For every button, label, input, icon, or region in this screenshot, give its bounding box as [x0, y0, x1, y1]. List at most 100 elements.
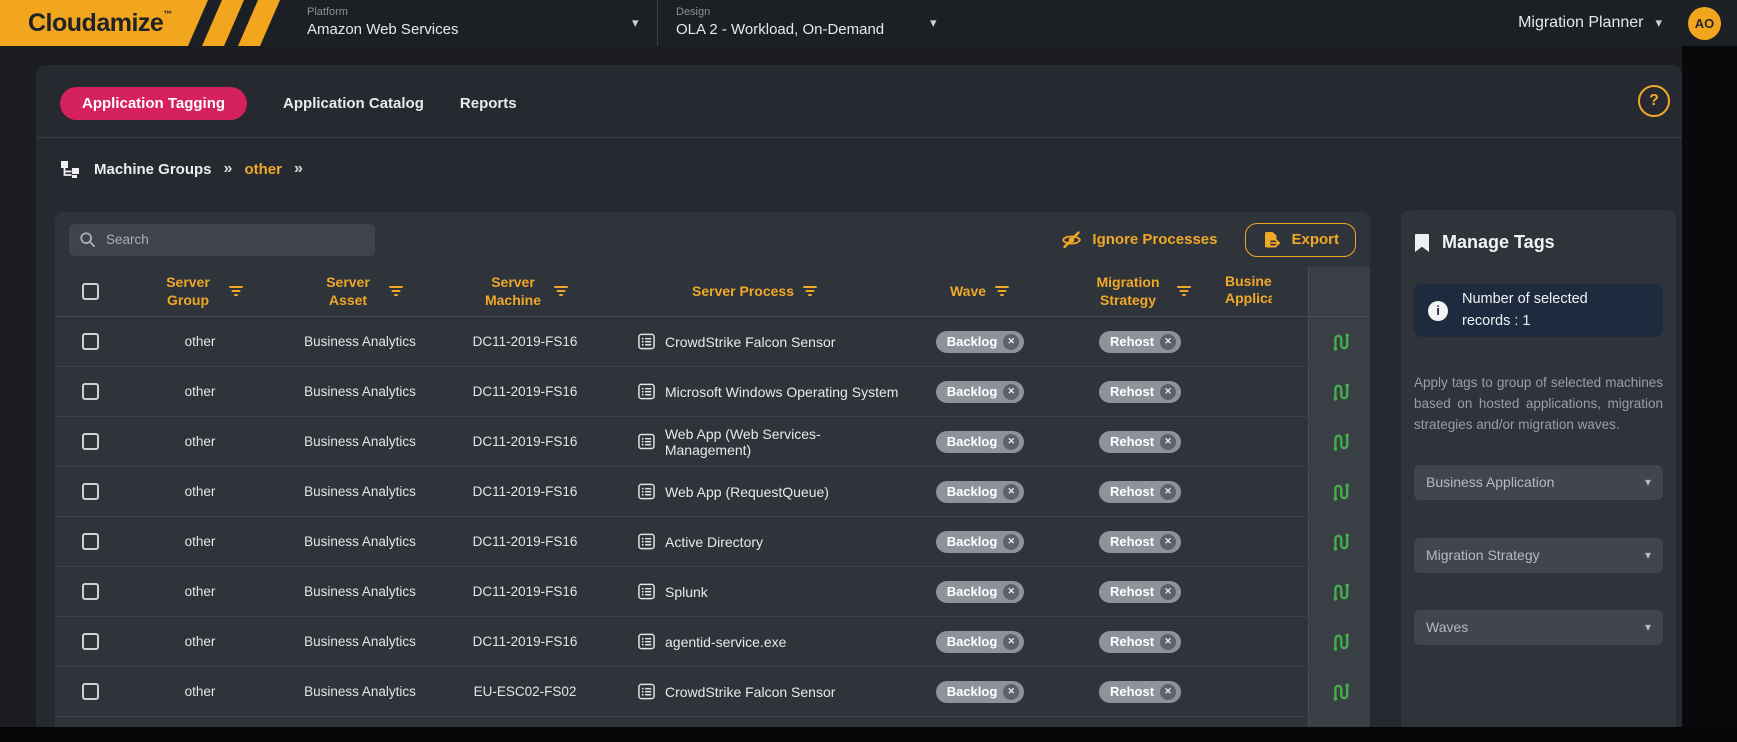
strategy-badge[interactable]: Rehost ✕ [1099, 331, 1181, 353]
search-input[interactable] [104, 231, 365, 248]
remove-tag-icon[interactable]: ✕ [1160, 384, 1176, 400]
migration-strategy-dropdown[interactable]: Migration Strategy ▾ [1414, 538, 1663, 573]
remove-tag-icon[interactable]: ✕ [1160, 534, 1176, 550]
wave-badge[interactable]: Backlog ✕ [936, 331, 1025, 353]
table-row[interactable]: other Business Analytics DC11-2019-FS16 … [55, 317, 1370, 367]
search-box[interactable] [69, 224, 375, 256]
select-all-checkbox[interactable] [82, 283, 99, 300]
remove-tag-icon[interactable]: ✕ [1003, 434, 1019, 450]
filter-icon[interactable] [1177, 286, 1192, 297]
swap-route-icon[interactable] [1329, 631, 1351, 653]
cell-migration-strategy: Rehost ✕ [1055, 667, 1225, 716]
table-row[interactable]: other Business Analytics DC11-2019-FS16 … [55, 417, 1370, 467]
remove-tag-icon[interactable]: ✕ [1003, 634, 1019, 650]
tab-reports[interactable]: Reports [460, 87, 517, 120]
column-server-machine[interactable]: Server Machine [445, 267, 605, 316]
remove-tag-icon[interactable]: ✕ [1160, 684, 1176, 700]
remove-tag-icon[interactable]: ✕ [1160, 434, 1176, 450]
cell-server-process: Splunk [605, 567, 905, 616]
strategy-badge[interactable]: Rehost ✕ [1099, 681, 1181, 703]
column-server-process[interactable]: Server Process [605, 267, 905, 316]
row-checkbox[interactable] [82, 333, 99, 350]
process-name: Active Directory [665, 534, 763, 550]
wave-badge[interactable]: Backlog ✕ [936, 481, 1025, 503]
remove-tag-icon[interactable]: ✕ [1160, 334, 1176, 350]
remove-tag-icon[interactable]: ✕ [1003, 484, 1019, 500]
row-checkbox[interactable] [82, 483, 99, 500]
wave-badge[interactable]: Backlog ✕ [936, 381, 1025, 403]
platform-caret-icon[interactable]: ▾ [632, 15, 639, 31]
row-checkbox[interactable] [82, 533, 99, 550]
help-button[interactable]: ? [1638, 85, 1670, 117]
swap-route-icon[interactable] [1329, 431, 1351, 453]
strategy-badge[interactable]: Rehost ✕ [1099, 481, 1181, 503]
filter-icon[interactable] [995, 286, 1010, 297]
row-checkbox[interactable] [82, 433, 99, 450]
table-row[interactable]: other Business Analytics DC11-2019-FS16 … [55, 517, 1370, 567]
column-migration-strategy[interactable]: Migration Strategy [1055, 267, 1225, 316]
eye-slash-icon [1060, 230, 1083, 250]
row-checkbox[interactable] [82, 583, 99, 600]
column-business-application[interactable]: Business Application [1225, 267, 1308, 316]
column-server-group[interactable]: Server Group [125, 267, 275, 316]
table-row[interactable]: other Business Analytics DC11-2019-FS16 … [55, 467, 1370, 517]
platform-selector[interactable]: Platform Amazon Web Services [307, 6, 458, 40]
row-checkbox[interactable] [82, 633, 99, 650]
migration-planner-menu[interactable]: Migration Planner ▾ [1518, 14, 1662, 32]
wave-badge[interactable]: Backlog ✕ [936, 531, 1025, 553]
row-checkbox-cell [55, 367, 125, 416]
table-row[interactable]: other Business Analytics DC11-2019-FS16 … [55, 567, 1370, 617]
breadcrumb-root[interactable]: Machine Groups [94, 161, 212, 178]
column-wave[interactable]: Wave [905, 267, 1055, 316]
strategy-badge[interactable]: Rehost ✕ [1099, 631, 1181, 653]
tab-application-tagging[interactable]: Application Tagging [60, 87, 247, 120]
table-row[interactable]: other Business Analytics DC11-2019-FS16 … [55, 617, 1370, 667]
row-checkbox[interactable] [82, 683, 99, 700]
wave-badge[interactable]: Backlog ✕ [936, 581, 1025, 603]
remove-tag-icon[interactable]: ✕ [1003, 334, 1019, 350]
app-window: Cloudamize™ Platform Amazon Web Services… [0, 0, 1737, 742]
remove-tag-icon[interactable]: ✕ [1160, 634, 1176, 650]
strategy-badge[interactable]: Rehost ✕ [1099, 531, 1181, 553]
waves-dropdown[interactable]: Waves ▾ [1414, 610, 1663, 645]
swap-route-icon[interactable] [1329, 681, 1351, 703]
filter-icon[interactable] [803, 286, 818, 297]
filter-icon[interactable] [229, 286, 244, 297]
row-checkbox-cell [55, 567, 125, 616]
strategy-badge[interactable]: Rehost ✕ [1099, 431, 1181, 453]
swap-route-icon[interactable] [1329, 581, 1351, 603]
remove-tag-icon[interactable]: ✕ [1160, 484, 1176, 500]
swap-route-icon[interactable] [1329, 381, 1351, 403]
ignore-processes-button[interactable]: Ignore Processes [1060, 230, 1217, 250]
remove-tag-icon[interactable]: ✕ [1160, 584, 1176, 600]
swap-route-icon[interactable] [1329, 481, 1351, 503]
strategy-badge-label: Rehost [1110, 634, 1154, 649]
table-row[interactable]: other Business Analytics DC11-2019-FS16 … [55, 367, 1370, 417]
breadcrumb-current[interactable]: other [244, 161, 282, 178]
remove-tag-icon[interactable]: ✕ [1003, 684, 1019, 700]
filter-icon[interactable] [389, 286, 404, 297]
strategy-badge[interactable]: Rehost ✕ [1099, 581, 1181, 603]
cell-server-process: agentid-service.exe [605, 617, 905, 666]
column-server-asset[interactable]: Server Asset [275, 267, 445, 316]
wave-badge[interactable]: Backlog ✕ [936, 631, 1025, 653]
remove-tag-icon[interactable]: ✕ [1003, 384, 1019, 400]
remove-tag-icon[interactable]: ✕ [1003, 534, 1019, 550]
wave-badge[interactable]: Backlog ✕ [936, 431, 1025, 453]
tab-application-catalog[interactable]: Application Catalog [283, 87, 424, 120]
remove-tag-icon[interactable]: ✕ [1003, 584, 1019, 600]
export-button[interactable]: Export [1245, 223, 1356, 257]
design-selector[interactable]: Design OLA 2 - Workload, On-Demand [676, 6, 884, 40]
user-avatar[interactable]: AO [1688, 7, 1721, 40]
swap-route-icon[interactable] [1329, 331, 1351, 353]
swap-route-icon[interactable] [1329, 531, 1351, 553]
wave-badge[interactable]: Backlog ✕ [936, 681, 1025, 703]
table-row[interactable]: other Business Analytics EU-ESC02-FS02 C… [55, 667, 1370, 717]
row-checkbox[interactable] [82, 383, 99, 400]
design-caret-icon[interactable]: ▾ [930, 15, 937, 31]
brand-logo[interactable]: Cloudamize™ [0, 0, 330, 46]
business-application-dropdown[interactable]: Business Application ▾ [1414, 465, 1663, 500]
platform-value: Amazon Web Services [307, 20, 458, 40]
strategy-badge[interactable]: Rehost ✕ [1099, 381, 1181, 403]
filter-icon[interactable] [554, 286, 569, 297]
